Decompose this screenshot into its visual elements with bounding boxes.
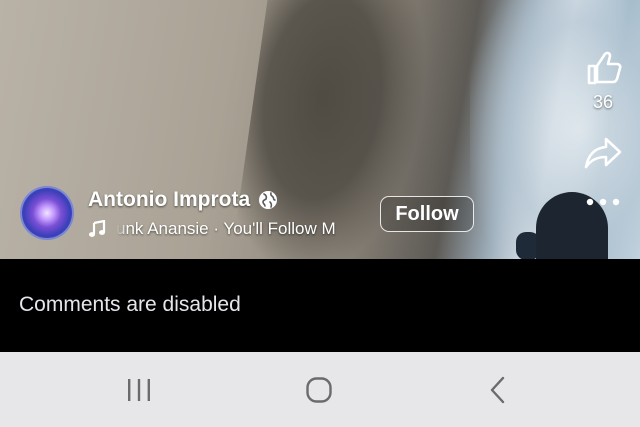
like-count: 36 bbox=[592, 92, 614, 112]
more-options-button[interactable] bbox=[585, 197, 621, 207]
author-name-row: Antonio Improta bbox=[88, 188, 278, 212]
recent-apps-button[interactable] bbox=[109, 370, 169, 410]
music-track-text: unk Anansie · You'll Follow M bbox=[116, 219, 336, 238]
back-button[interactable] bbox=[468, 370, 528, 410]
share-arrow-icon bbox=[584, 137, 622, 169]
music-note-icon bbox=[89, 220, 106, 237]
reel-actions: 36 bbox=[576, 48, 630, 207]
thumbs-up-icon bbox=[587, 51, 622, 85]
follow-button[interactable]: Follow bbox=[380, 196, 474, 232]
avatar[interactable] bbox=[20, 186, 74, 240]
comments-section: Comments are disabled bbox=[0, 259, 640, 352]
home-button[interactable] bbox=[289, 370, 349, 410]
author-info: Antonio Improta unk Anansie · You'll Fol… bbox=[20, 186, 490, 244]
author-name[interactable]: Antonio Improta bbox=[88, 188, 250, 212]
more-dots-icon bbox=[586, 198, 620, 206]
video-player[interactable]: 36 Antonio Improta unk Anansie · You'll … bbox=[0, 0, 640, 259]
globe-icon bbox=[259, 191, 278, 209]
share-button[interactable] bbox=[583, 135, 623, 171]
back-icon bbox=[490, 376, 505, 404]
system-navigation-bar bbox=[0, 352, 640, 427]
comments-disabled-text: Comments are disabled bbox=[19, 293, 241, 316]
like-button[interactable] bbox=[583, 48, 623, 88]
home-icon bbox=[306, 377, 332, 403]
recent-apps-icon bbox=[128, 379, 150, 401]
music-row[interactable]: unk Anansie · You'll Follow M bbox=[88, 219, 352, 239]
